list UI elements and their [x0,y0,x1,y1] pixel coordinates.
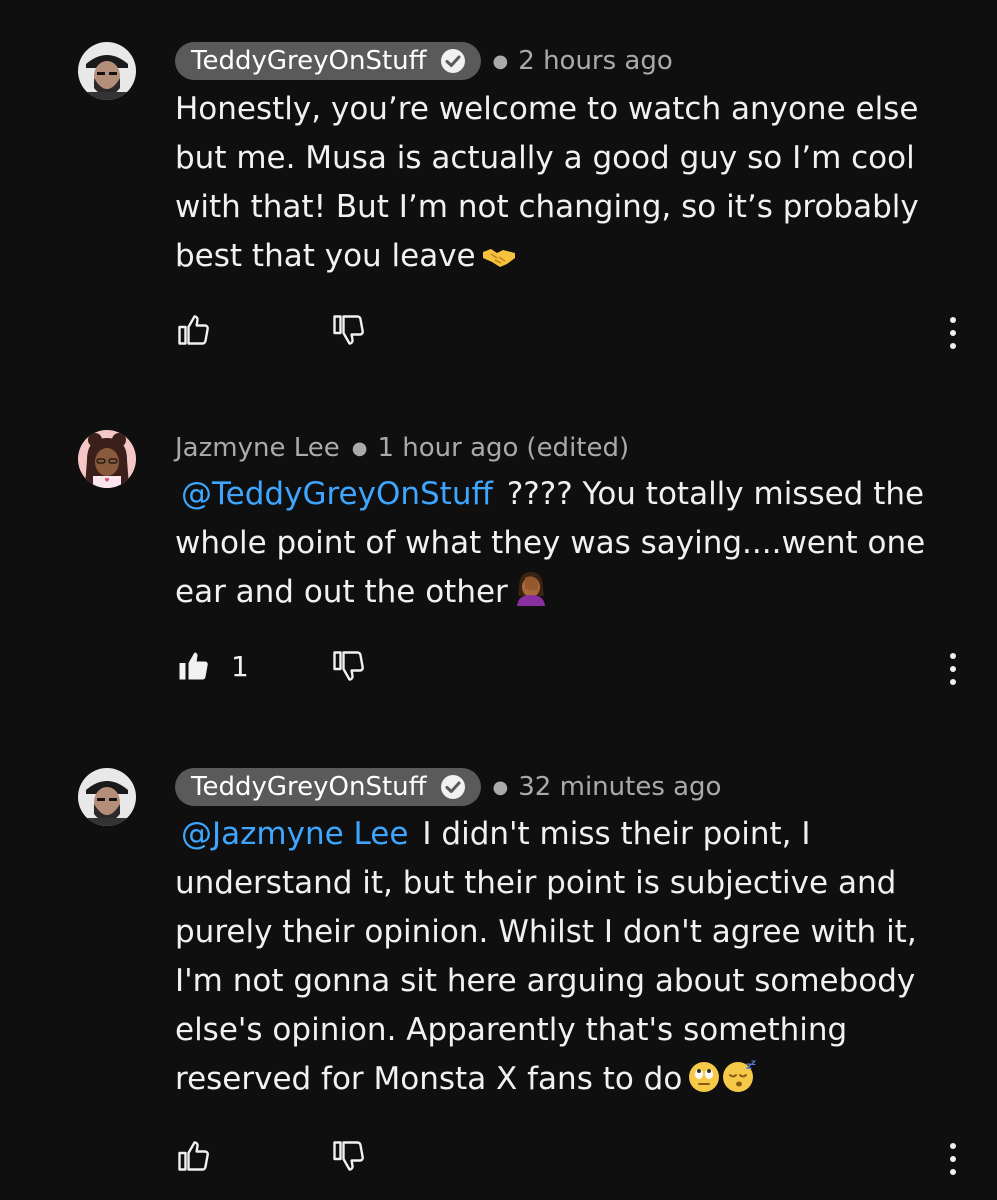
comment-body: Honestly, you’re welcome to watch anyone… [175,91,919,274]
thumbs-down-icon [333,651,364,681]
comment-text: @TeddyGreyOnStuff???? You totally missed… [175,470,965,621]
more-options-button[interactable] [938,1138,968,1178]
timestamp[interactable]: 2 hours ago [518,46,673,76]
comment-text: @Jazmyne Lee I didn't miss their point, I… [175,810,965,1108]
more-options-button[interactable] [938,312,968,352]
comment-actions: 1 [0,648,997,688]
mention-link[interactable]: @Jazmyne Lee [181,816,408,852]
more-vert-icon [950,653,956,685]
like-button[interactable]: 1 [175,648,249,684]
more-options-button[interactable] [938,648,968,688]
avatar[interactable] [78,768,136,826]
like-button[interactable] [175,1138,231,1174]
author-name: TeddyGreyOnStuff [191,772,427,802]
thumbs-down-icon [333,1141,364,1171]
verified-check-icon [439,47,467,75]
dislike-button[interactable] [330,648,366,688]
timestamp[interactable]: 32 minutes ago [518,772,721,802]
comment-body: I didn't miss their point, I understand … [175,816,917,1097]
thumbs-down-icon [333,315,364,345]
comment-actions [0,312,997,352]
separator-dot: ● [492,776,509,798]
mention-link[interactable]: @TeddyGreyOnStuff [181,476,493,512]
timestamp[interactable]: 1 hour ago [377,433,518,463]
comment-header: Jazmyne Lee ● 1 hour ago (edited) [175,429,629,467]
like-count: 1 [231,649,249,683]
author-chip[interactable]: TeddyGreyOnStuff [175,42,481,80]
author-name: TeddyGreyOnStuff [191,46,427,76]
comment-header: TeddyGreyOnStuff ● 32 minutes ago [175,768,721,806]
thumbs-up-icon [178,1141,209,1171]
dislike-button[interactable] [330,1138,366,1178]
handshake-icon [482,236,516,285]
verified-check-icon [439,773,467,801]
author-name[interactable]: Jazmyne Lee [175,433,340,463]
author-chip[interactable]: TeddyGreyOnStuff [175,768,481,806]
comment-actions [0,1138,997,1178]
thumbs-up-filled-icon [179,652,208,680]
edited-label: (edited) [526,433,630,463]
sleeping-face-icon: zz [722,1058,758,1108]
thumbs-up-icon [178,315,209,345]
avatar[interactable] [78,430,136,488]
more-vert-icon [950,317,956,349]
separator-dot: ● [492,50,509,72]
more-vert-icon [950,1143,956,1175]
separator-dot: ● [351,437,368,459]
comment-header: TeddyGreyOnStuff ● 2 hours ago [175,42,673,80]
rolling-eyes-icon [688,1059,720,1108]
like-button[interactable] [175,312,231,348]
dislike-button[interactable] [330,312,366,352]
woman-facepalming-icon [514,570,548,621]
avatar[interactable] [78,42,136,100]
comment-text: Honestly, you’re welcome to watch anyone… [175,85,965,285]
svg-text:z: z [751,1059,756,1067]
